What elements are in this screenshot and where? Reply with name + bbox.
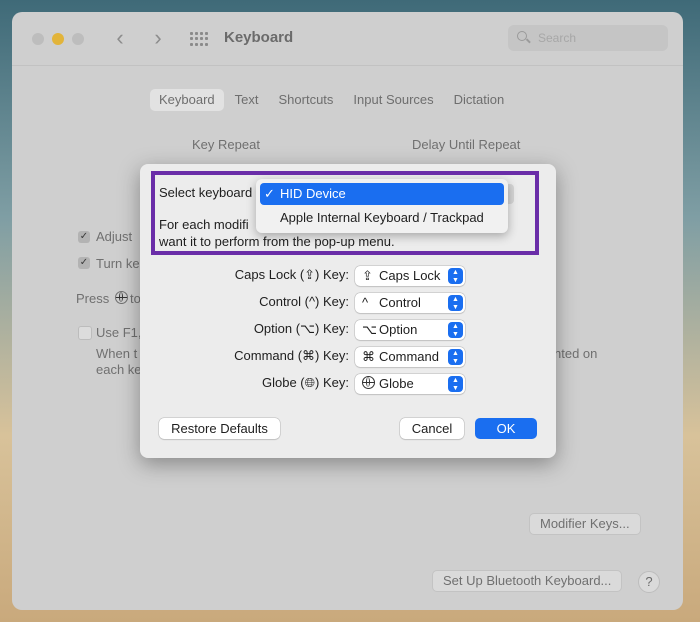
- caps-lock-key-label: Caps Lock (⇪) Key:: [234, 267, 349, 282]
- chevron-updown-icon: ▲ ▼: [448, 376, 463, 392]
- chevron-updown-icon: ▲ ▼: [448, 322, 463, 338]
- cancel-button[interactable]: Cancel: [400, 418, 464, 439]
- control-icon: ^: [362, 295, 369, 310]
- use-f1-checkbox[interactable]: [78, 326, 92, 340]
- tab-shortcuts[interactable]: Shortcuts: [270, 89, 343, 111]
- tab-input-sources[interactable]: Input Sources: [344, 89, 442, 111]
- command-key-label: Command (⌘) Key:: [234, 348, 349, 363]
- show-all-grid-icon[interactable]: [190, 32, 208, 46]
- caps-lock-popup[interactable]: ⇪ Caps Lock ▲ ▼: [355, 266, 465, 286]
- tab-keyboard[interactable]: Keyboard: [150, 89, 224, 111]
- when-label: When t: [96, 346, 138, 361]
- tab-bar: Keyboard Text Shortcuts Input Sources Di…: [150, 89, 513, 111]
- close-window-button[interactable]: [32, 33, 44, 45]
- press-globe-icon: [115, 291, 128, 306]
- window-title: Keyboard: [224, 29, 294, 46]
- control-popup[interactable]: ^ Control ▲ ▼: [355, 293, 465, 313]
- caps-lock-icon: ⇪: [362, 268, 373, 283]
- key-repeat-label: Key Repeat: [192, 137, 260, 152]
- globe-icon: [362, 376, 375, 391]
- delay-until-repeat-label: Delay Until Repeat: [412, 137, 521, 152]
- restore-defaults-button[interactable]: Restore Defaults: [159, 418, 280, 439]
- caps-lock-value: Caps Lock: [379, 268, 441, 283]
- help-button[interactable]: ?: [638, 571, 660, 593]
- command-popup[interactable]: ⌘ Command ▲ ▼: [355, 347, 465, 367]
- control-key-label: Control (^) Key:: [259, 294, 349, 309]
- option-key-label: Option (⌥) Key:: [253, 321, 349, 336]
- minimize-window-button[interactable]: [52, 33, 64, 45]
- each-label: each ke: [96, 362, 142, 377]
- search-icon: [517, 31, 527, 41]
- chevron-updown-icon: ▲ ▼: [448, 295, 463, 311]
- globe-key-label: Globe (🌐︎) Key:: [262, 375, 349, 390]
- ok-button[interactable]: OK: [475, 418, 537, 439]
- chevron-updown-icon: ▲ ▼: [448, 349, 463, 365]
- back-arrow-icon[interactable]: ‹: [110, 25, 130, 51]
- bluetooth-keyboard-button[interactable]: Set Up Bluetooth Keyboard...: [432, 570, 623, 592]
- forward-arrow-icon[interactable]: ›: [148, 25, 168, 51]
- option-value: Option: [379, 322, 418, 337]
- chevron-updown-icon: ▲ ▼: [448, 268, 463, 284]
- nted-label: nted on: [554, 346, 598, 361]
- tab-text[interactable]: Text: [226, 89, 268, 111]
- search-placeholder: Search: [538, 31, 577, 45]
- annotation-highlight-box: [151, 171, 539, 255]
- toolbar-divider: [12, 65, 683, 66]
- option-popup[interactable]: ⌥ Option ▲ ▼: [355, 320, 465, 340]
- turn-checkbox[interactable]: ✓: [78, 257, 90, 269]
- modifier-keys-button[interactable]: Modifier Keys...: [529, 513, 641, 535]
- command-icon: ⌘: [362, 349, 375, 364]
- keyboard-preferences-window: ‹ › Keyboard Search Keyboard Text Shortc…: [12, 12, 683, 610]
- tab-dictation[interactable]: Dictation: [445, 89, 514, 111]
- titlebar: ‹ › Keyboard Search: [12, 12, 683, 64]
- command-value: Command: [379, 349, 439, 364]
- zoom-window-button[interactable]: [72, 33, 84, 45]
- control-value: Control: [379, 295, 421, 310]
- globe-value: Globe: [379, 376, 414, 391]
- globe-popup[interactable]: Globe ▲ ▼: [355, 374, 465, 394]
- adjust-checkbox[interactable]: ✓: [78, 231, 90, 243]
- option-icon: ⌥: [362, 322, 377, 337]
- adjust-label: Adjust: [96, 229, 133, 244]
- use-f1-label: Use F1,: [96, 325, 142, 340]
- modifier-keys-sheet: Select keyboard For each modifi want it …: [140, 164, 556, 458]
- search-field[interactable]: Search: [508, 25, 668, 51]
- press-label: Press: [76, 291, 110, 306]
- turn-label: Turn ke: [96, 256, 140, 271]
